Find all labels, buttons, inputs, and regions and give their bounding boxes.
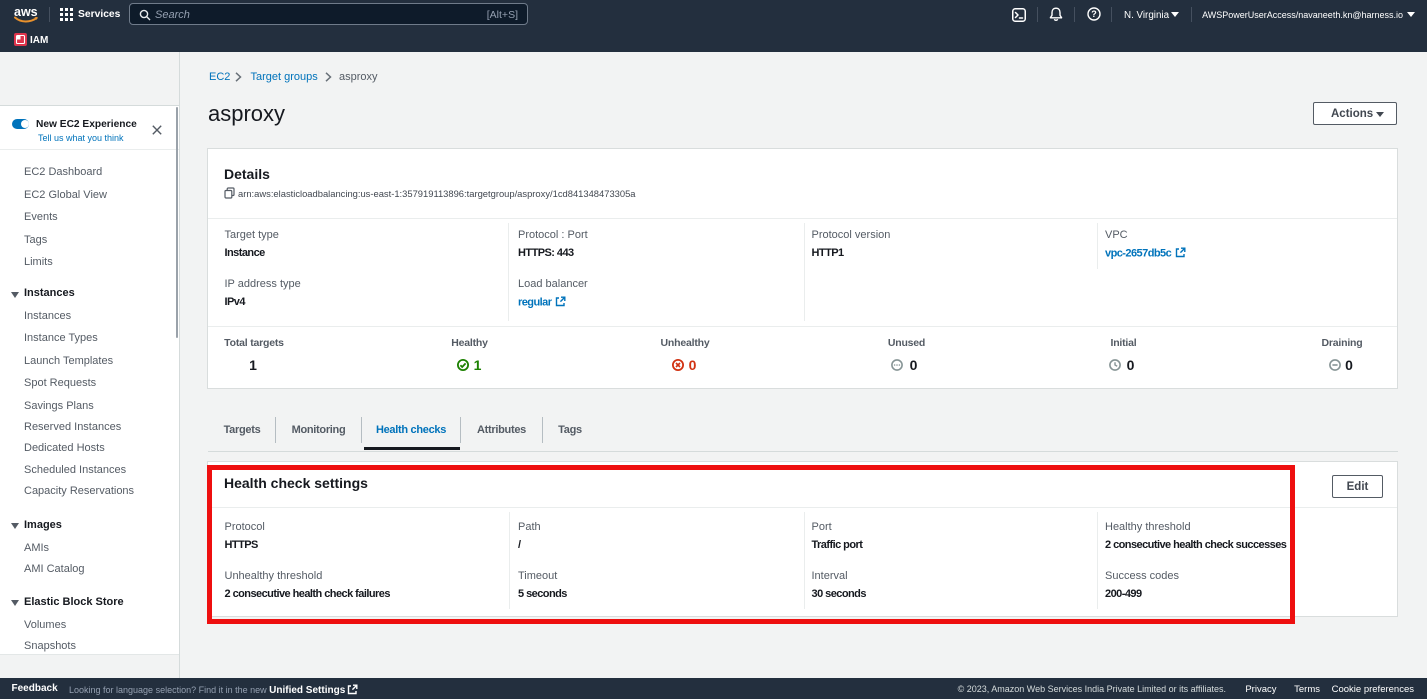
svg-text:aws: aws (14, 5, 38, 19)
svg-text:?: ? (1091, 9, 1097, 19)
